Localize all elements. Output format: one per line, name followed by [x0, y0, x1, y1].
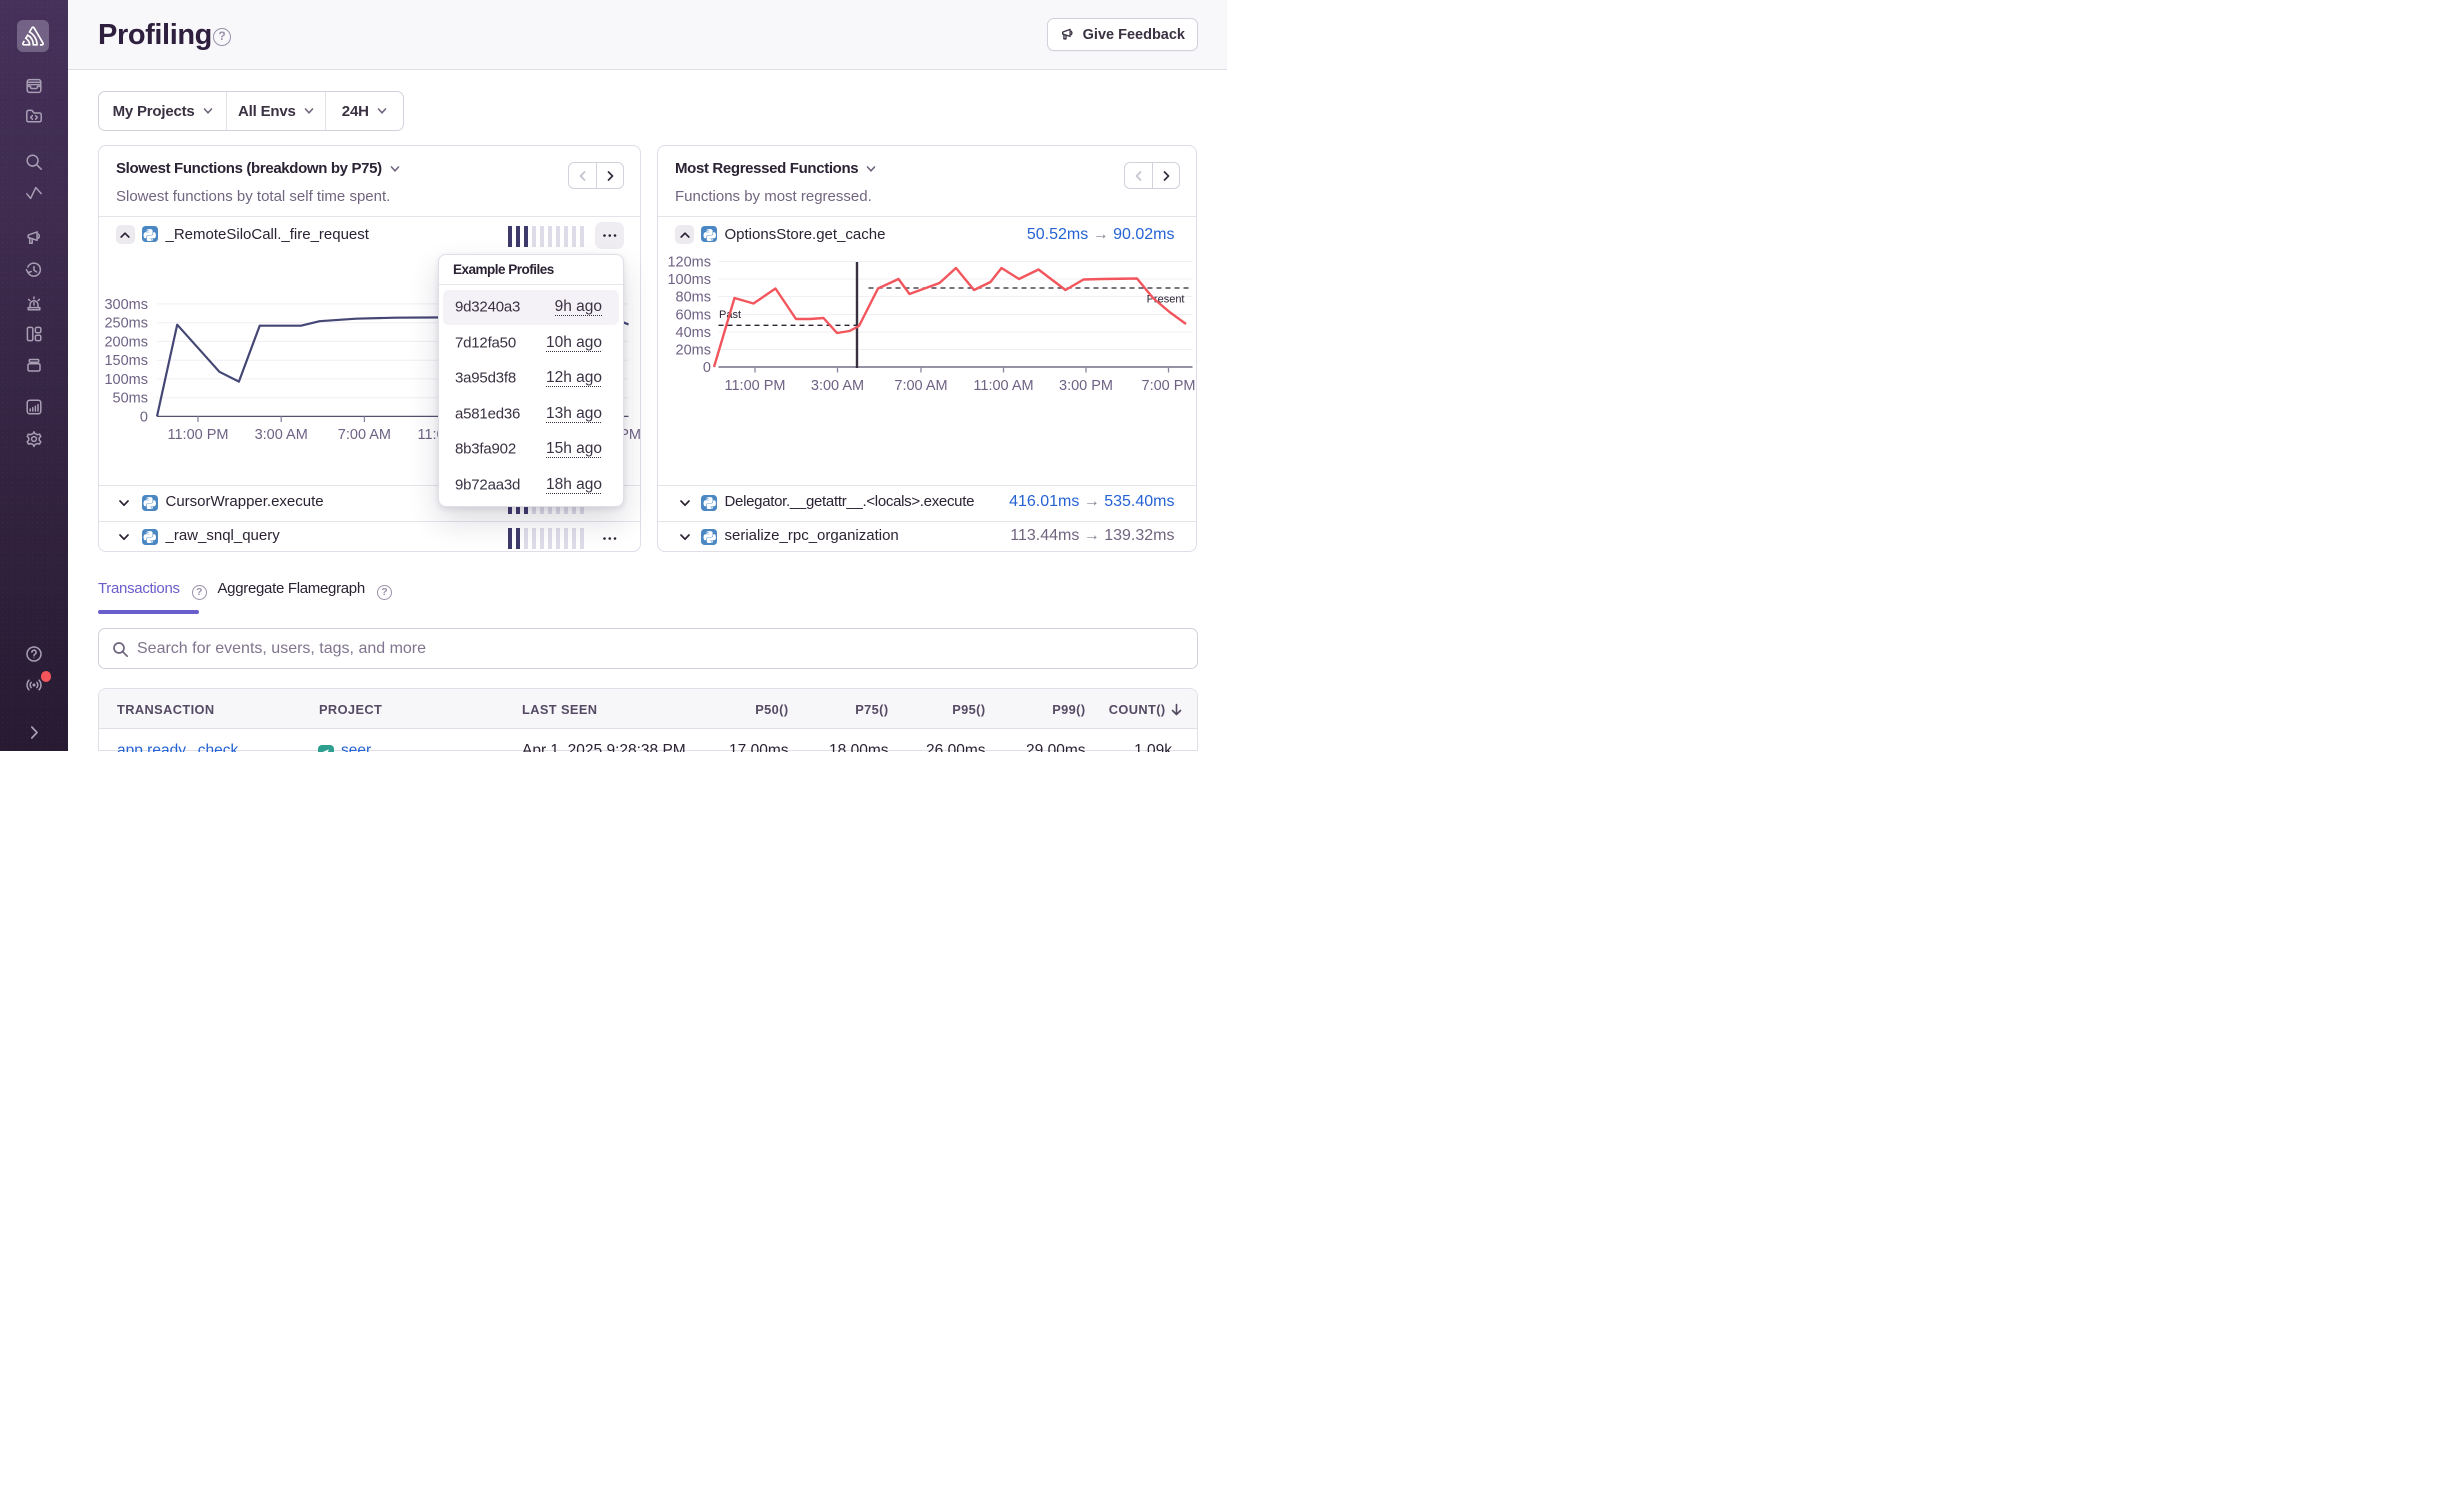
- svg-text:150ms: 150ms: [104, 353, 148, 369]
- svg-text:300ms: 300ms: [104, 297, 148, 313]
- svg-text:20ms: 20ms: [676, 343, 711, 359]
- svg-text:60ms: 60ms: [676, 308, 711, 324]
- svg-text:7:00 AM: 7:00 AM: [894, 378, 947, 394]
- svg-text:11:00 AM: 11:00 AM: [973, 378, 1033, 394]
- svg-text:200ms: 200ms: [104, 334, 148, 350]
- svg-text:50ms: 50ms: [113, 391, 148, 407]
- svg-text:100ms: 100ms: [104, 372, 148, 388]
- svg-text:7:00 PM: 7:00 PM: [1142, 378, 1196, 394]
- svg-text:250ms: 250ms: [104, 316, 148, 332]
- svg-text:80ms: 80ms: [676, 290, 711, 306]
- svg-text:3:00 AM: 3:00 AM: [255, 427, 308, 443]
- svg-text:0: 0: [140, 409, 148, 425]
- svg-text:100ms: 100ms: [667, 272, 711, 288]
- svg-text:0: 0: [703, 360, 711, 376]
- svg-text:40ms: 40ms: [676, 325, 711, 341]
- svg-text:3:00 PM: 3:00 PM: [1059, 378, 1113, 394]
- svg-text:120ms: 120ms: [667, 255, 711, 271]
- svg-text:11:00 PM: 11:00 PM: [725, 378, 786, 394]
- svg-text:3:00 AM: 3:00 AM: [811, 378, 864, 394]
- svg-text:11:00 PM: 11:00 PM: [168, 427, 229, 443]
- svg-text:7:00 AM: 7:00 AM: [338, 427, 391, 443]
